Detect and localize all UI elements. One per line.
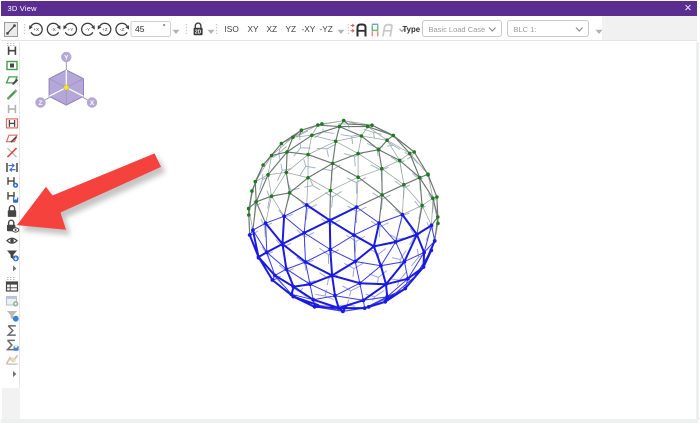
svg-text:Type: Type (403, 25, 421, 34)
svg-text:XY: XY (248, 23, 260, 33)
svg-text:ISO: ISO (225, 23, 240, 33)
svg-text:-X: -X (51, 27, 57, 33)
svg-text:XZ: XZ (267, 23, 278, 33)
svg-text:-Z: -Z (120, 27, 125, 33)
svg-text:-YZ: -YZ (320, 23, 333, 33)
svg-text:+X: +X (33, 27, 40, 33)
svg-text:+Z: +Z (102, 27, 108, 33)
svg-text:+Y: +Y (67, 27, 74, 33)
svg-text:2D: 2D (195, 29, 202, 35)
svg-text:-Y: -Y (85, 27, 91, 33)
svg-text:YZ: YZ (286, 23, 297, 33)
svg-text:˚: ˚ (163, 23, 166, 32)
svg-text:45: 45 (135, 24, 145, 34)
svg-text:-XY: -XY (302, 23, 316, 33)
